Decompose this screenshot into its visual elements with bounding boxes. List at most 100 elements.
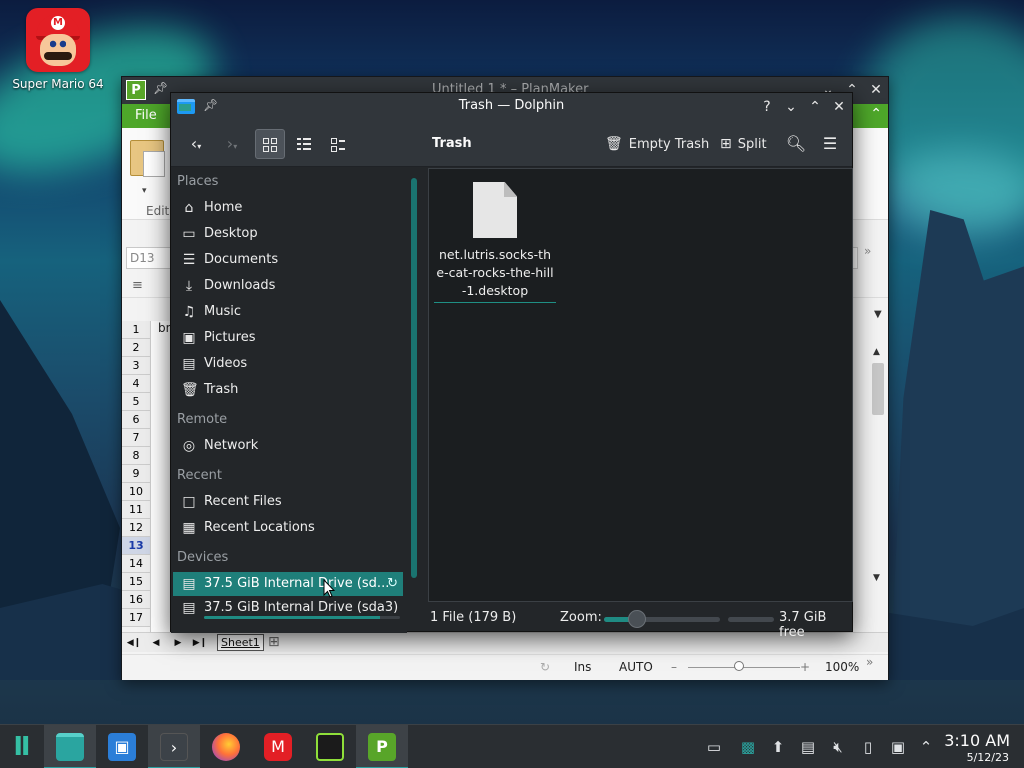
places-item-recent-files[interactable]: □ Recent Files <box>173 490 403 514</box>
file-view[interactable]: net.lutris.socks-the-cat-rocks-the-hill-… <box>428 168 853 602</box>
desktop-icon-super-mario-64[interactable]: M Super Mario 64 <box>6 8 110 91</box>
places-item-desktop[interactable]: ▭ Desktop <box>173 222 403 246</box>
empty-trash-button[interactable]: 🗑︎ Empty Trash <box>605 129 709 159</box>
places-item-videos[interactable]: ▤ Videos <box>173 352 403 376</box>
steam-icon[interactable]: ▩ <box>738 737 758 757</box>
compact-view-button[interactable] <box>289 129 319 159</box>
dolphin-window[interactable]: 📌︎ Trash — Dolphin ? ⌄ ⌃ ✕ ‹▾ ›▾ Trash 🗑… <box>170 92 853 640</box>
zoom-out-button[interactable]: – <box>671 660 677 674</box>
clock-date[interactable]: 5/12/23 <box>967 751 1009 764</box>
row-header[interactable]: 11 <box>122 501 150 519</box>
home-icon: ⌂ <box>184 200 194 216</box>
minimize-icon[interactable]: ⌄ <box>781 97 801 117</box>
file-tab[interactable]: File <box>122 104 170 128</box>
taskbar-firefox[interactable] <box>200 725 252 768</box>
hamburger-menu-button[interactable]: ☰ <box>815 129 845 159</box>
row-header[interactable]: 12 <box>122 519 150 537</box>
scroll-thumb[interactable] <box>872 363 884 415</box>
row-header[interactable]: 15 <box>122 573 150 591</box>
places-item-internal-drive-1[interactable]: ▤ 37.5 GiB Internal Drive (sd... ↻ <box>173 572 403 596</box>
details-view-button[interactable] <box>323 129 353 159</box>
row-header[interactable]: 10 <box>122 483 150 501</box>
zoom-slider-knob[interactable] <box>734 661 744 671</box>
dropdown-arrow-icon[interactable]: ▼ <box>874 309 882 320</box>
chevron-down-icon[interactable]: ▾ <box>142 186 147 196</box>
taskbar-discover[interactable]: ▣ <box>96 725 148 768</box>
vertical-scrollbar[interactable]: ▲ ▼ <box>870 347 884 587</box>
forward-button[interactable]: ›▾ <box>217 129 247 159</box>
compact-view-icon <box>297 137 311 151</box>
cell-reference-field[interactable]: D13 <box>126 247 174 269</box>
clock-time[interactable]: 3:10 AM <box>944 731 1010 750</box>
file-item[interactable]: net.lutris.socks-the-cat-rocks-the-hill-… <box>434 178 556 303</box>
row-header[interactable]: 14 <box>122 555 150 573</box>
zoom-level[interactable]: 100% <box>825 660 859 674</box>
usb-device-icon[interactable]: ▯ <box>858 737 878 757</box>
pin-icon[interactable]: 📌︎ <box>153 81 168 95</box>
taskbar-lutris[interactable] <box>304 725 356 768</box>
icons-view-button[interactable] <box>255 129 285 159</box>
row-header[interactable]: 17 <box>122 609 150 627</box>
breadcrumb[interactable]: Trash <box>432 129 472 159</box>
show-desktop-icon[interactable]: ▭ <box>704 737 724 757</box>
search-button[interactable]: 🔍︎ <box>781 129 811 159</box>
zoom-slider-knob[interactable] <box>628 610 646 628</box>
chevron-up-icon[interactable]: ⌃ <box>870 106 882 122</box>
dolphin-titlebar[interactable]: 📌︎ Trash — Dolphin ? ⌄ ⌃ ✕ <box>171 93 852 121</box>
row-header[interactable]: 8 <box>122 447 150 465</box>
row-header[interactable]: 1 <box>122 321 150 339</box>
row-header[interactable]: 16 <box>122 591 150 609</box>
music-icon: ♫ <box>182 304 196 320</box>
help-icon[interactable]: ? <box>757 97 777 117</box>
places-item-documents[interactable]: ☰ Documents <box>173 248 403 272</box>
places-item-home[interactable]: ⌂ Home <box>173 196 403 220</box>
row-header[interactable]: 4 <box>122 375 150 393</box>
maximize-icon[interactable]: ⌃ <box>805 97 825 117</box>
last-sheet-icon[interactable]: ▶❙ <box>190 636 210 650</box>
column-a[interactable] <box>150 321 172 639</box>
row-header[interactable]: 2 <box>122 339 150 357</box>
volume-muted-icon[interactable]: 🔇︎ <box>828 737 848 757</box>
row-header[interactable]: 6 <box>122 411 150 429</box>
update-icon[interactable]: ⬆ <box>768 737 788 757</box>
refresh-icon[interactable]: ↻ <box>387 572 398 596</box>
zoom-in-button[interactable]: + <box>800 660 810 674</box>
sheet-tab[interactable]: Sheet1 <box>217 634 264 651</box>
taskbar-konsole[interactable]: › <box>148 725 200 768</box>
row-header[interactable]: 9 <box>122 465 150 483</box>
first-sheet-icon[interactable]: ◀❙ <box>124 636 144 650</box>
taskbar-dolphin[interactable] <box>44 725 96 768</box>
back-button[interactable]: ‹▾ <box>181 129 211 159</box>
add-sheet-icon[interactable]: ⊞ <box>268 634 280 650</box>
taskbar-planmaker[interactable]: P <box>356 725 408 768</box>
places-item-downloads[interactable]: ⤓ Downloads <box>173 274 403 298</box>
places-item-pictures[interactable]: ▣ Pictures <box>173 326 403 350</box>
row-header[interactable]: 7 <box>122 429 150 447</box>
row-header[interactable]: 3 <box>122 357 150 375</box>
places-item-network[interactable]: ◎ Network <box>173 434 403 458</box>
close-icon[interactable]: ✕ <box>829 97 849 117</box>
places-item-music[interactable]: ♫ Music <box>173 300 403 324</box>
row-header[interactable]: 13 <box>122 537 150 555</box>
close-icon[interactable]: ✕ <box>866 80 886 100</box>
clipboard-icon[interactable]: ▤ <box>798 737 818 757</box>
zoom-slider-track[interactable] <box>688 667 800 668</box>
network-wired-icon[interactable]: ▣ <box>888 737 908 757</box>
app-launcher-button[interactable]: Ⅱ <box>0 725 44 768</box>
places-item-trash[interactable]: 🗑︎ Trash <box>173 378 403 402</box>
expand-icon[interactable]: » <box>864 244 871 258</box>
scroll-down-icon[interactable]: ▼ <box>873 573 880 583</box>
places-scrollbar[interactable] <box>411 178 417 578</box>
taskbar-mario[interactable]: M <box>252 725 304 768</box>
expand-icon[interactable]: » <box>866 655 873 669</box>
paste-icon[interactable] <box>130 140 165 177</box>
align-icon[interactable]: ≡ <box>132 278 143 293</box>
row-header[interactable]: 5 <box>122 393 150 411</box>
next-sheet-icon[interactable]: ▶ <box>168 636 188 650</box>
places-item-recent-locations[interactable]: ▦ Recent Locations <box>173 516 403 540</box>
prev-sheet-icon[interactable]: ◀ <box>146 636 166 650</box>
chevron-up-icon[interactable]: ⌃ <box>916 737 936 757</box>
split-button[interactable]: ⊞ Split <box>720 129 767 159</box>
refresh-icon[interactable]: ↻ <box>540 660 550 674</box>
scroll-up-icon[interactable]: ▲ <box>873 347 880 357</box>
